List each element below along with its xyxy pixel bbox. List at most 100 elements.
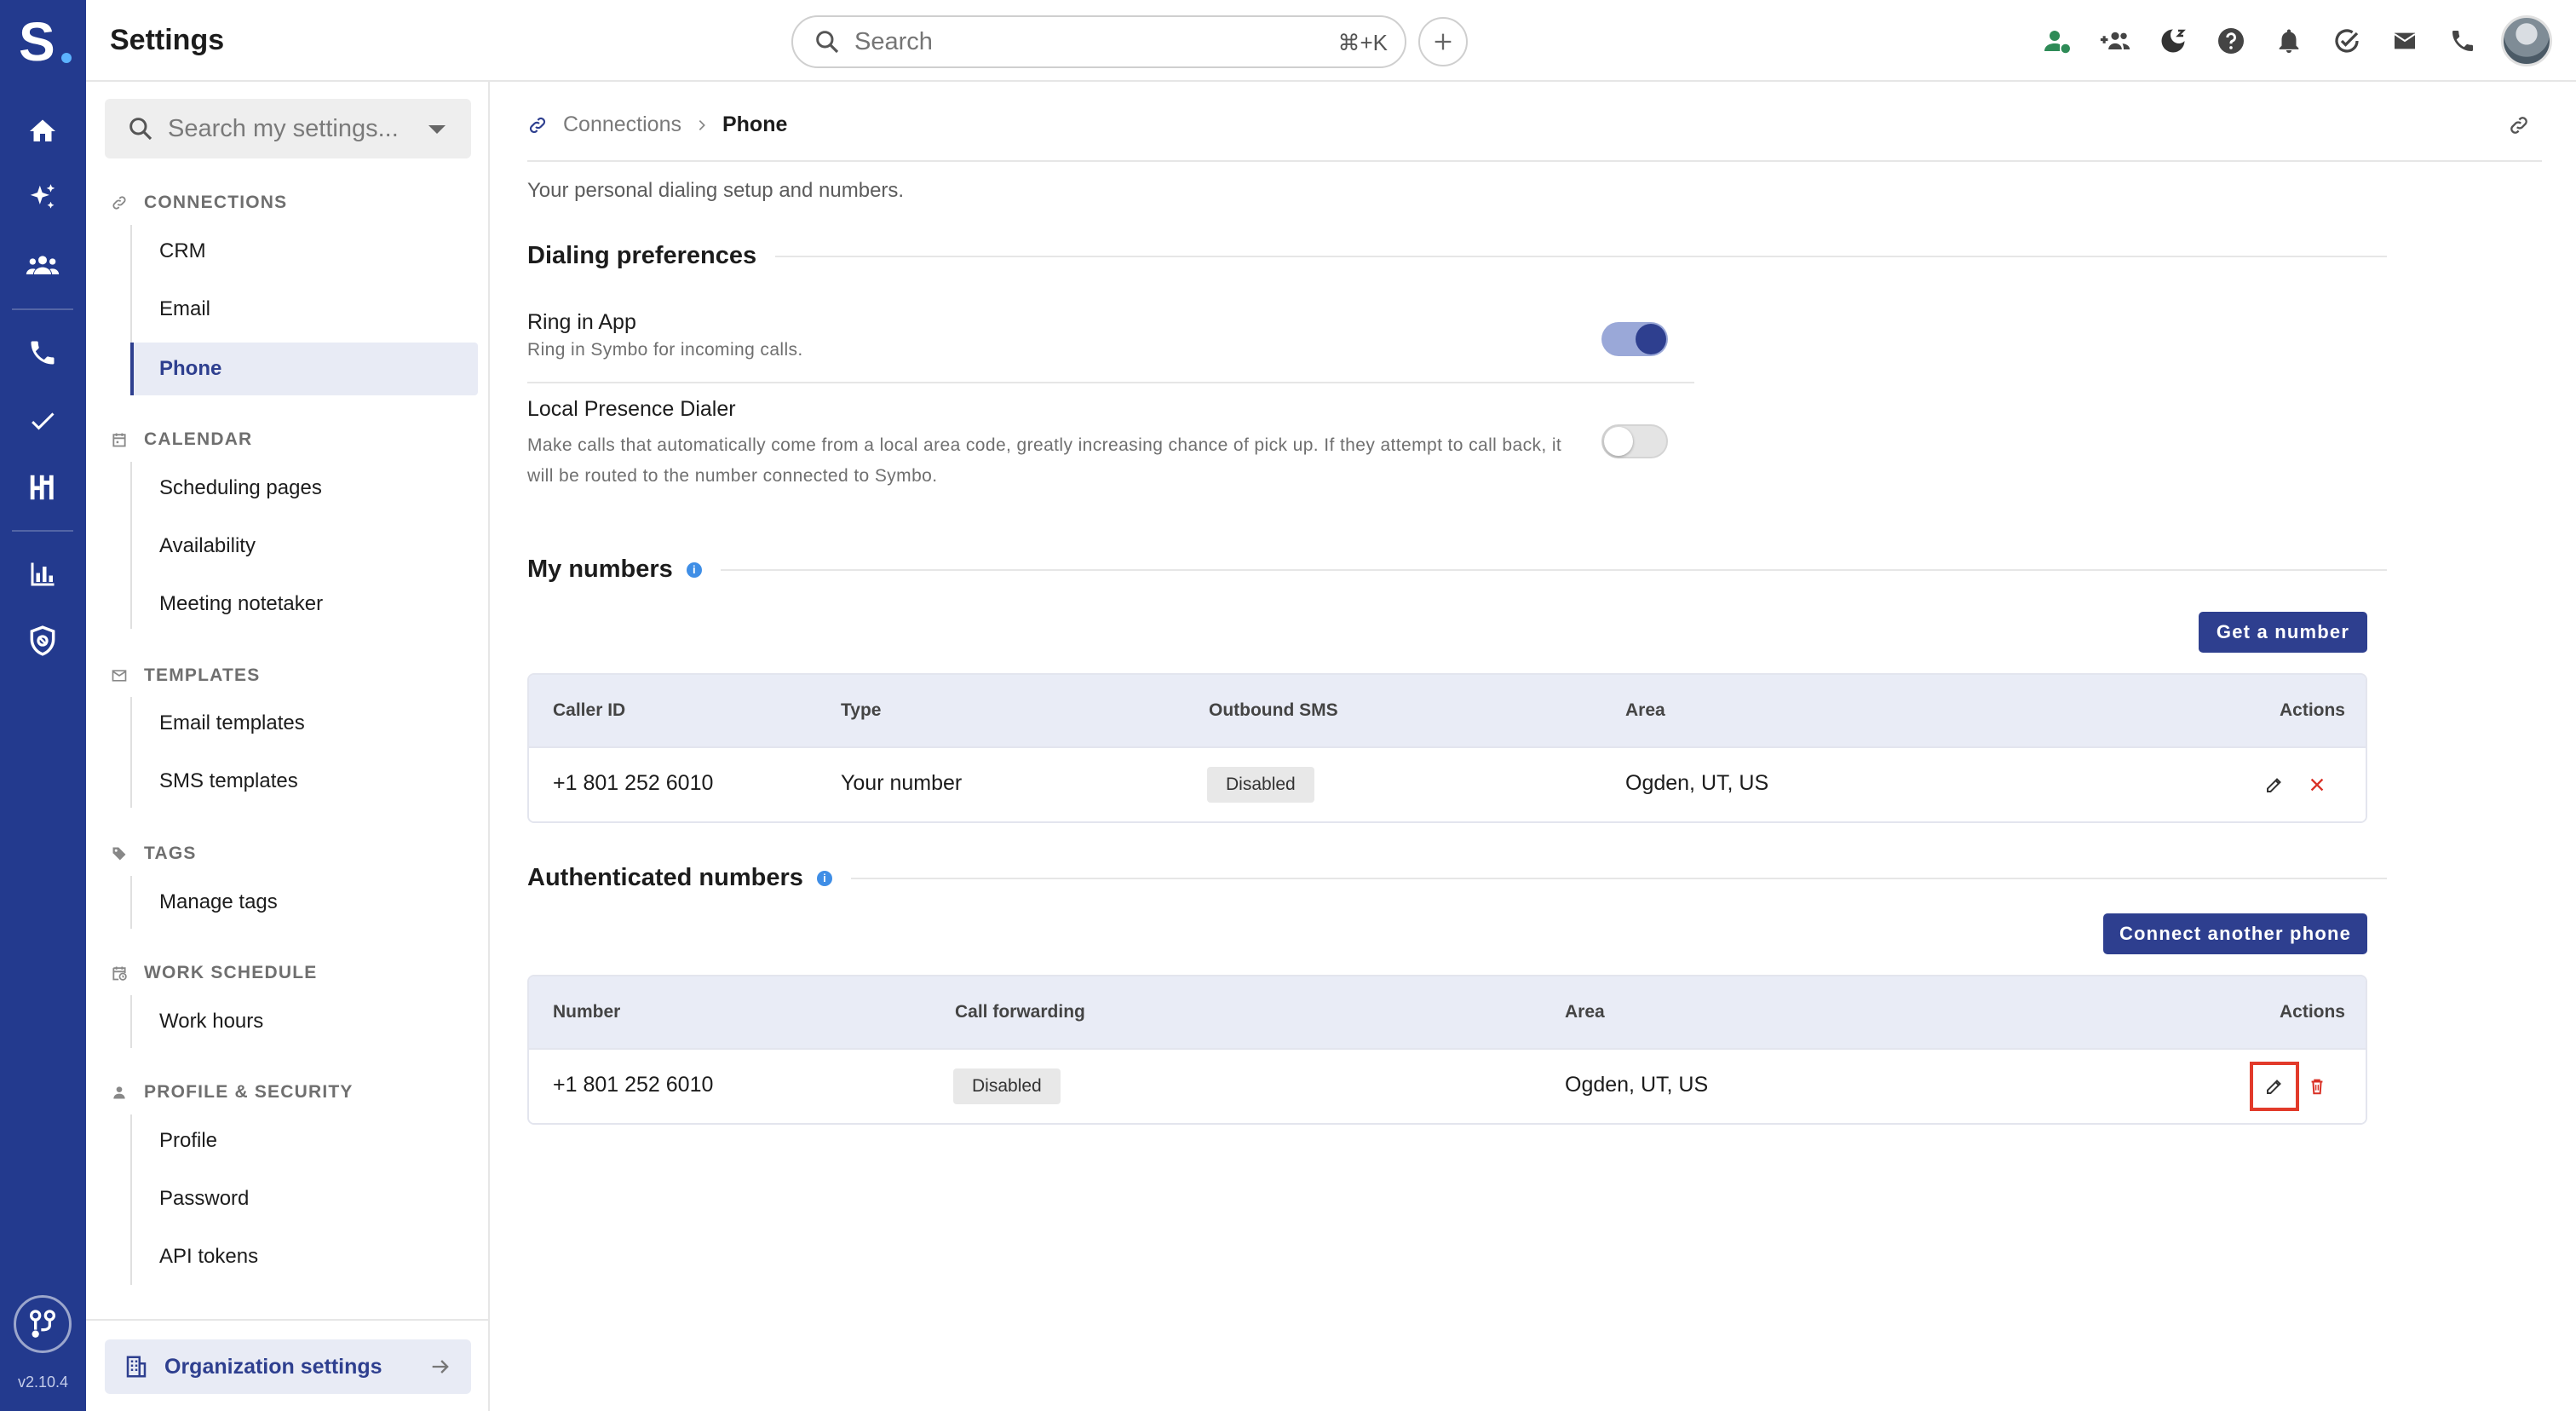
link-icon — [110, 193, 129, 212]
help-icon[interactable] — [2211, 21, 2251, 60]
section-calendar: CALENDAR — [110, 429, 252, 450]
table-header: Number Call forwarding Area Actions — [529, 976, 2366, 1050]
link-icon — [527, 115, 548, 135]
sidebar-item-api-tokens[interactable]: API tokens — [130, 1230, 478, 1283]
pref-title: Local Presence Dialer — [527, 397, 736, 421]
search-input[interactable] — [854, 27, 1314, 56]
sparkle-icon[interactable] — [22, 177, 63, 218]
column-call-forwarding: Call forwarding — [955, 1002, 1085, 1022]
sidebar-item-email-templates[interactable]: Email templates — [130, 697, 478, 750]
sidebar-item-phone[interactable]: Phone — [130, 343, 478, 395]
local-presence-dialer-toggle[interactable] — [1601, 424, 1668, 458]
pipeline-icon[interactable] — [22, 467, 63, 508]
sidebar-item-sms-templates[interactable]: SMS templates — [130, 755, 478, 808]
column-outbound-sms: Outbound SMS — [1209, 700, 1338, 720]
section-heading: Dialing preferences — [527, 242, 757, 269]
section-heading: My numbers — [527, 556, 673, 583]
close-icon[interactable] — [2304, 772, 2330, 798]
info-icon[interactable]: i — [686, 562, 702, 578]
column-number: Number — [553, 1002, 621, 1022]
pref-ring-in-app: Ring in App Ring in Symbo for incoming c… — [527, 310, 1693, 362]
column-area: Area — [1625, 700, 1665, 720]
breadcrumb-current: Phone — [722, 112, 788, 136]
tag-icon — [110, 844, 129, 863]
info-icon[interactable]: i — [816, 870, 832, 886]
create-button[interactable] — [1418, 17, 1468, 66]
copy-link-icon[interactable] — [2508, 114, 2530, 136]
column-area: Area — [1565, 1002, 1605, 1022]
my-numbers-table: Caller ID Type Outbound SMS Area Actions… — [527, 673, 2367, 823]
dialing-preferences-header: Dialing preferences — [527, 242, 2387, 270]
sidebar-item-password[interactable]: Password — [130, 1172, 478, 1225]
authenticated-numbers-header: Authenticated numbers i — [527, 864, 2387, 892]
section-profile-security: PROFILE & SECURITY — [110, 1082, 354, 1103]
search-icon — [816, 31, 839, 54]
chevron-down-icon[interactable] — [428, 125, 446, 134]
sidebar-item-scheduling-pages[interactable]: Scheduling pages — [130, 462, 478, 515]
home-icon[interactable] — [22, 111, 63, 152]
pref-description: Ring in Symbo for incoming calls. — [527, 340, 803, 360]
arrow-right-icon — [428, 1355, 452, 1379]
settings-search-placeholder: Search my settings... — [168, 114, 399, 142]
sidebar-item-availability[interactable]: Availability — [130, 520, 478, 573]
mail-icon[interactable] — [2385, 21, 2424, 60]
trash-icon[interactable] — [2304, 1074, 2330, 1099]
calendar-icon — [110, 430, 129, 449]
status-badge: Disabled — [1207, 767, 1314, 803]
section-templates: TEMPLATES — [110, 665, 260, 686]
page-title: Settings — [110, 24, 225, 56]
add-people-icon[interactable] — [2096, 21, 2135, 60]
pref-description: Make calls that automatically come from … — [527, 435, 1562, 486]
ring-in-app-toggle[interactable] — [1601, 322, 1668, 356]
chevron-right-icon — [695, 118, 709, 132]
breadcrumb: Connections Phone — [527, 112, 787, 137]
app-version: v2.10.4 — [17, 1374, 69, 1391]
main-content: Connections Phone Your personal dialing … — [492, 82, 2576, 1411]
settings-sidebar: Search my settings... CONNECTIONS CRM Em… — [86, 82, 490, 1411]
get-a-number-button[interactable]: Get a number — [2199, 612, 2367, 653]
sidebar-item-work-hours[interactable]: Work hours — [130, 995, 478, 1048]
shield-icon[interactable] — [22, 620, 63, 661]
authenticated-numbers-table: Number Call forwarding Area Actions +1 8… — [527, 975, 2367, 1125]
edit-icon[interactable] — [2262, 772, 2287, 798]
check-circle-icon[interactable] — [2327, 21, 2366, 60]
my-numbers-header: My numbers i — [527, 556, 2387, 584]
breadcrumb-connections[interactable]: Connections — [563, 112, 681, 137]
global-search[interactable]: ⌘+K — [791, 15, 1406, 68]
type-cell: Your number — [841, 771, 963, 795]
app-rail: S v2.10.4 — [0, 0, 86, 1411]
area-cell: Ogden, UT, US — [1625, 771, 1769, 795]
bell-icon[interactable] — [2269, 21, 2309, 60]
check-icon[interactable] — [22, 400, 63, 441]
pref-local-presence-dialer: Local Presence Dialer Make calls that au… — [527, 397, 1693, 492]
calendar-clock-icon — [110, 964, 129, 982]
sidebar-item-email[interactable]: Email — [130, 283, 478, 336]
do-not-disturb-icon[interactable] — [2153, 21, 2193, 60]
section-heading: Authenticated numbers — [527, 864, 803, 891]
settings-search[interactable]: Search my settings... — [105, 99, 471, 158]
app-logo[interactable]: S — [19, 12, 72, 72]
sidebar-item-crm[interactable]: CRM — [130, 225, 478, 278]
integrations-button[interactable] — [14, 1295, 72, 1353]
user-avatar[interactable] — [2501, 15, 2552, 66]
section-tags: TAGS — [110, 844, 197, 864]
bar-chart-icon[interactable] — [22, 554, 63, 595]
sidebar-item-manage-tags[interactable]: Manage tags — [130, 876, 478, 929]
table-row: +1 801 252 6010 Disabled Ogden, UT, US — [529, 1050, 2366, 1123]
edit-icon[interactable] — [2262, 1074, 2287, 1099]
team-icon[interactable] — [22, 245, 63, 286]
user-status-icon[interactable] — [2038, 21, 2077, 60]
phone-icon[interactable] — [22, 332, 63, 373]
connect-another-phone-button[interactable]: Connect another phone — [2103, 913, 2367, 954]
organization-settings-button[interactable]: Organization settings — [105, 1339, 471, 1394]
number-cell: +1 801 252 6010 — [553, 1073, 714, 1097]
sidebar-item-profile[interactable]: Profile — [130, 1114, 478, 1167]
column-caller-id: Caller ID — [553, 700, 626, 720]
column-actions: Actions — [2279, 1002, 2345, 1022]
column-actions: Actions — [2279, 700, 2345, 720]
status-badge: Disabled — [953, 1068, 1061, 1104]
section-connections: CONNECTIONS — [110, 193, 287, 213]
sidebar-item-meeting-notetaker[interactable]: Meeting notetaker — [130, 578, 478, 631]
plus-icon — [1435, 33, 1452, 50]
phone-icon[interactable] — [2443, 21, 2482, 60]
